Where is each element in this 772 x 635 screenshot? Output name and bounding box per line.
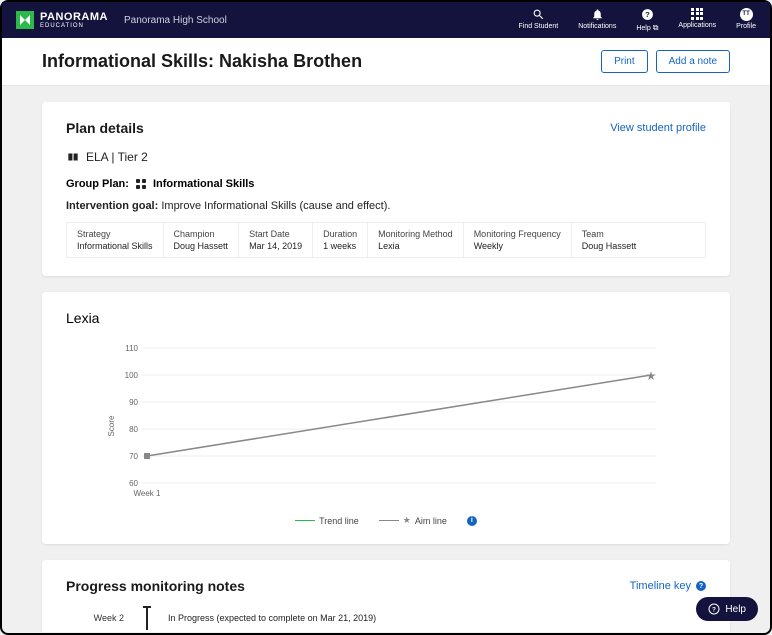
plan-detail-table: Strategy Informational Skills Champion Doug… — [66, 222, 706, 258]
detail-label: Monitoring Frequency — [474, 229, 561, 239]
notes-card: Progress monitoring notes Timeline key ?… — [42, 560, 730, 632]
brand-sub: EDUCATION — [40, 23, 108, 29]
top-nav: PANORAMA EDUCATION Panorama High School … — [2, 2, 770, 38]
brand-main: PANORAMA — [40, 12, 108, 23]
avatar: TT — [740, 8, 753, 21]
detail-value: Weekly — [474, 241, 561, 251]
timeline: Week 2 In Progress (expected to complete… — [66, 606, 706, 632]
timeline-info-icon[interactable]: ? — [696, 581, 706, 591]
lexia-chart: Score 110 100 90 80 70 60 ★ Week 1 — [66, 336, 706, 506]
svg-text:?: ? — [645, 10, 650, 19]
chart-card: Lexia Score 110 100 90 80 70 60 ★ Week 1… — [42, 292, 730, 544]
detail-label: Start Date — [249, 229, 302, 239]
svg-text:80: 80 — [129, 425, 138, 434]
help-icon: ? — [641, 8, 654, 21]
nav-label: Notifications — [578, 23, 616, 30]
svg-text:★: ★ — [646, 369, 657, 383]
help-circle-icon: ? — [708, 603, 720, 615]
goal-label: Intervention goal: — [66, 200, 158, 212]
timeline-left: Week 2 — [66, 613, 136, 623]
detail-label: Champion — [174, 229, 229, 239]
detail-value: 1 weeks — [323, 241, 357, 251]
nav-label: Find Student — [518, 23, 558, 30]
svg-text:100: 100 — [125, 371, 139, 380]
detail-value: Informational Skills — [77, 241, 153, 251]
info-icon[interactable]: i — [467, 516, 477, 526]
svg-text:60: 60 — [129, 479, 138, 488]
legend-aim: ★Aim line — [379, 515, 447, 526]
print-button[interactable]: Print — [601, 50, 648, 73]
nav-label: Profile — [736, 23, 756, 30]
detail-column: Monitoring Method Lexia — [368, 223, 464, 257]
group-plan-value[interactable]: Informational Skills — [153, 178, 254, 190]
group-plan-row: Group Plan: Informational Skills — [66, 178, 706, 190]
goal-row: Intervention goal: Improve Informational… — [66, 200, 706, 212]
help-nav-button[interactable]: ? Help ⧉ — [636, 8, 658, 33]
nav-label: Help — [636, 25, 650, 32]
svg-text:110: 110 — [125, 344, 138, 353]
detail-column: Start Date Mar 14, 2019 — [239, 223, 313, 257]
notifications-button[interactable]: Notifications — [578, 8, 616, 33]
nav-label: Applications — [678, 22, 716, 29]
external-icon: ⧉ — [653, 23, 659, 32]
detail-label: Strategy — [77, 229, 153, 239]
chart-legend: Trend line ★Aim line i — [66, 515, 706, 526]
add-note-button[interactable]: Add a note — [656, 50, 730, 73]
apps-icon — [691, 8, 703, 20]
svg-text:Score: Score — [107, 415, 116, 436]
find-student-button[interactable]: Find Student — [518, 8, 558, 33]
timeline-row: Week 2 In Progress (expected to complete… — [66, 606, 706, 630]
detail-column: Champion Doug Hassett — [164, 223, 240, 257]
legend-trend: Trend line — [295, 516, 359, 526]
timeline-body: In Progress (expected to complete on Mar… — [158, 613, 706, 623]
chart-title: Lexia — [66, 310, 706, 326]
detail-label: Duration — [323, 229, 357, 239]
subject-tier-text: ELA | Tier 2 — [86, 150, 148, 164]
group-icon — [135, 178, 147, 190]
bell-icon — [591, 8, 604, 21]
svg-text:90: 90 — [129, 398, 138, 407]
detail-value: Doug Hassett — [174, 241, 229, 251]
detail-column: Monitoring Frequency Weekly — [464, 223, 572, 257]
svg-text:?: ? — [712, 607, 716, 614]
logo[interactable]: PANORAMA EDUCATION — [16, 11, 108, 29]
applications-button[interactable]: Applications — [678, 8, 716, 33]
timeline-key-link[interactable]: Timeline key — [630, 580, 691, 592]
svg-text:70: 70 — [129, 452, 138, 461]
detail-label: Team — [582, 229, 637, 239]
subject-tier: ELA | Tier 2 — [66, 150, 706, 164]
logo-text: PANORAMA EDUCATION — [40, 12, 108, 29]
profile-button[interactable]: TT Profile — [736, 8, 756, 33]
search-icon — [532, 8, 545, 21]
detail-value: Lexia — [378, 241, 453, 251]
detail-column: Strategy Informational Skills — [67, 223, 164, 257]
detail-column: Duration 1 weeks — [313, 223, 368, 257]
goal-value: Improve Informational Skills (cause and … — [161, 200, 390, 212]
help-widget[interactable]: ? Help — [696, 597, 758, 621]
title-bar: Informational Skills: Nakisha Brothen Pr… — [2, 38, 770, 86]
help-label: Help — [725, 604, 746, 615]
header-nav: Find Student Notifications ? Help ⧉ Appl… — [518, 8, 756, 33]
main-scroll[interactable]: Plan details View student profile ELA | … — [2, 86, 770, 632]
plan-details-title: Plan details — [66, 120, 144, 136]
school-name[interactable]: Panorama High School — [124, 15, 227, 26]
detail-value: Doug Hassett — [582, 241, 637, 251]
detail-value: Mar 14, 2019 — [249, 241, 302, 251]
detail-label: Monitoring Method — [378, 229, 453, 239]
group-plan-label: Group Plan: — [66, 178, 129, 190]
plan-details-card: Plan details View student profile ELA | … — [42, 102, 730, 276]
page-title: Informational Skills: Nakisha Brothen — [42, 51, 362, 72]
view-profile-link[interactable]: View student profile — [610, 122, 706, 134]
svg-text:Week 1: Week 1 — [134, 489, 162, 498]
notes-title: Progress monitoring notes — [66, 578, 245, 594]
panorama-logo-icon — [16, 11, 34, 29]
detail-column: Team Doug Hassett — [572, 223, 647, 257]
book-icon — [66, 150, 80, 164]
